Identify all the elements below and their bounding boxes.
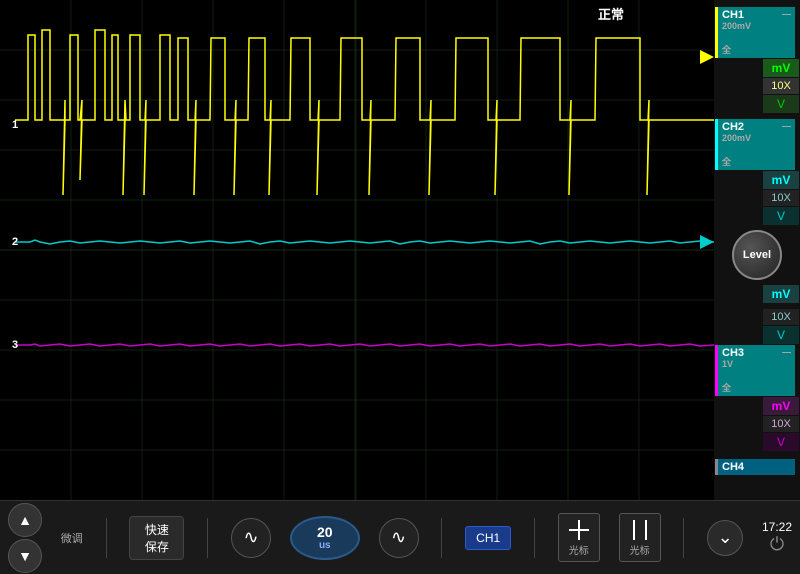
time-display[interactable]: 20 us — [290, 516, 360, 560]
right-panel: CH1— 200mV 全 mV 10X V CH2— 200mV 全 mV 10… — [714, 0, 800, 500]
ch2-10x-button[interactable]: 10X — [763, 190, 799, 206]
time-value: 20 — [317, 524, 333, 540]
svg-text:2: 2 — [12, 236, 18, 248]
cursor2-button[interactable]: 光标 — [619, 513, 661, 562]
status-badge: 正常 — [598, 4, 624, 23]
down-arrow-button[interactable]: ▼ — [8, 539, 42, 573]
bottom-toolbar: ▲ ▼ 微调 快速 保存 ∿ 20 us ∿ CH1 光标 — [0, 500, 800, 574]
ch2-v-button2[interactable]: V — [763, 326, 799, 344]
ch1-v-button[interactable]: V — [763, 95, 799, 113]
svg-text:1: 1 — [12, 119, 18, 131]
time-unit: us — [319, 540, 331, 551]
fine-tune-label: 微调 — [61, 530, 83, 546]
ch1-10x-button[interactable]: 10X — [763, 78, 799, 94]
divider1 — [106, 518, 107, 558]
divider4 — [534, 518, 535, 558]
ch2-10x-button2[interactable]: 10X — [763, 309, 799, 325]
wave-icon-right[interactable]: ∿ — [379, 518, 419, 558]
waveform-display: 1 2 3 — [0, 0, 714, 500]
ch1-mv-button[interactable]: mV — [763, 59, 799, 77]
ch3-mv-button[interactable]: mV — [763, 397, 799, 415]
fast-save-button[interactable]: 快速 保存 — [129, 516, 184, 560]
ch3-v-button[interactable]: V — [763, 433, 799, 451]
ch3-label[interactable]: CH3— 1V 全 — [715, 345, 795, 396]
ch1-label[interactable]: CH1— 200mV 全 — [715, 7, 795, 58]
bottom-right-area: 17:22 ⏻ — [762, 520, 792, 555]
cursor1-button[interactable]: 光标 — [558, 513, 600, 562]
ch3-10x-button[interactable]: 10X — [763, 416, 799, 432]
divider2 — [207, 518, 208, 558]
level-knob[interactable]: Level — [732, 230, 782, 280]
divider5 — [683, 518, 684, 558]
ch2-mv-button[interactable]: mV — [763, 171, 799, 189]
level-mv-button[interactable]: mV — [763, 285, 799, 303]
scope-display: 1 2 3 正常 — [0, 0, 714, 500]
time-clock: 17:22 — [762, 520, 792, 534]
ch4-label[interactable]: CH4 — [715, 459, 795, 475]
up-arrow-button[interactable]: ▲ — [8, 503, 42, 537]
menu-button[interactable]: ⌄ — [707, 520, 743, 556]
power-icon[interactable]: ⏻ — [770, 534, 784, 555]
wave-icon-left[interactable]: ∿ — [231, 518, 271, 558]
ch1-select-button[interactable]: CH1 — [465, 526, 511, 550]
divider3 — [441, 518, 442, 558]
svg-text:3: 3 — [12, 339, 18, 351]
ch2-label[interactable]: CH2— 200mV 全 — [715, 119, 795, 170]
ch2-v-button[interactable]: V — [763, 207, 799, 225]
